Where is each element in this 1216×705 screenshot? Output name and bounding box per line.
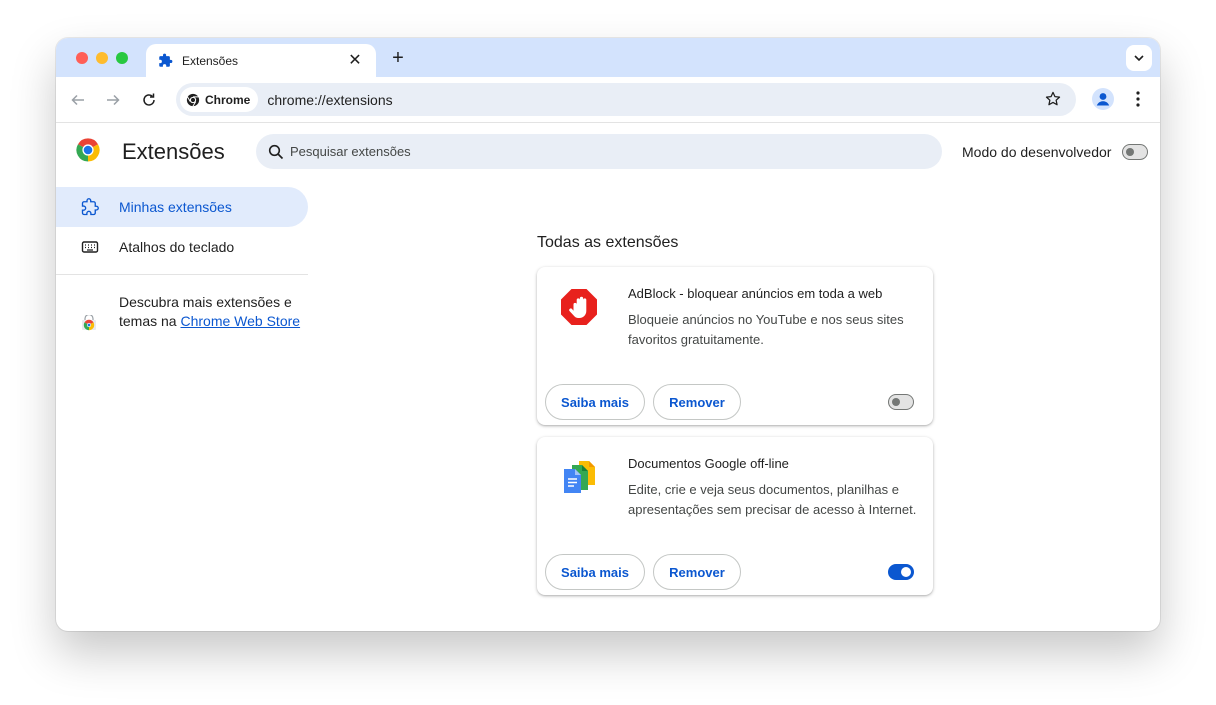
extension-description: Bloqueie anúncios no YouTube e nos seus … <box>628 312 904 347</box>
site-chip-label: Chrome <box>205 92 251 107</box>
keyboard-icon <box>81 238 99 256</box>
search-input[interactable] <box>290 144 890 159</box>
chrome-web-store-icon <box>82 315 96 331</box>
sidebar-item-my-extensions[interactable]: Minhas extensões <box>56 187 308 227</box>
developer-mode-label: Modo do desenvolvedor <box>962 144 1112 160</box>
search-icon <box>268 144 284 159</box>
tab-strip: Extensões ✕ + <box>56 38 1160 77</box>
puzzle-icon <box>158 53 174 69</box>
puzzle-outline-icon <box>81 198 99 216</box>
remove-button[interactable]: Remover <box>653 384 741 420</box>
adblock-hand-icon <box>561 289 597 325</box>
new-tab-button[interactable]: + <box>388 48 408 68</box>
extension-card-adblock: AdBlock - bloquear anúncios em toda a we… <box>537 267 933 425</box>
toggle-knob <box>892 397 900 406</box>
google-docs-icon <box>564 461 595 493</box>
toggle-knob <box>901 567 911 577</box>
details-button[interactable]: Saiba mais <box>545 554 645 590</box>
bookmark-star-icon[interactable] <box>1044 90 1062 108</box>
extensions-header: Extensões Modo do desenvolvedor <box>56 124 1160 180</box>
more-menu-icon[interactable] <box>1130 89 1146 109</box>
profile-avatar-icon[interactable] <box>1092 88 1114 110</box>
back-button[interactable] <box>68 90 88 110</box>
tab-title: Extensões <box>182 53 239 68</box>
chrome-web-store-link[interactable]: Chrome Web Store <box>180 313 300 329</box>
chevron-down-icon <box>1134 55 1144 62</box>
extension-enable-toggle[interactable] <box>888 564 914 580</box>
search-box[interactable] <box>256 134 942 169</box>
extension-name: AdBlock - bloquear anúncios em toda a we… <box>628 286 883 301</box>
toggle-knob <box>1126 147 1134 156</box>
sidebar-item-label: Minhas extensões <box>119 199 232 215</box>
developer-mode-toggle[interactable] <box>1122 144 1148 160</box>
discover-text: Descubra mais extensões e temas na Chrom… <box>119 293 311 331</box>
maximize-window-button[interactable] <box>116 52 128 64</box>
extension-enable-toggle[interactable] <box>888 394 914 410</box>
close-window-button[interactable] <box>76 52 88 64</box>
minimize-window-button[interactable] <box>96 52 108 64</box>
details-button[interactable]: Saiba mais <box>545 384 645 420</box>
extension-name: Documentos Google off-line <box>628 456 789 471</box>
browser-window: Extensões ✕ + Chrome chrome://extensions… <box>56 38 1160 631</box>
address-bar[interactable]: Chrome chrome://extensions <box>176 83 1076 116</box>
reload-button[interactable] <box>139 90 159 110</box>
chrome-logo-icon <box>76 138 100 162</box>
sidebar-item-keyboard-shortcuts[interactable]: Atalhos do teclado <box>56 227 308 267</box>
arrow-left-icon <box>71 94 84 106</box>
forward-button[interactable] <box>103 90 123 110</box>
extension-card-google-docs-offline: Documentos Google off-line Edite, crie e… <box>537 437 933 595</box>
site-info-chip[interactable]: Chrome <box>180 87 259 112</box>
tab-search-button[interactable] <box>1126 45 1152 71</box>
chrome-icon <box>186 93 200 107</box>
page-title: Extensões <box>122 139 225 164</box>
reload-icon <box>143 93 155 106</box>
arrow-right-icon <box>107 94 120 106</box>
remove-button[interactable]: Remover <box>653 554 741 590</box>
sidebar-divider <box>56 274 308 275</box>
web-store-promo: Descubra mais extensões e temas na Chrom… <box>81 293 311 331</box>
section-title: Todas as extensões <box>537 234 679 251</box>
sidebar-item-label: Atalhos do teclado <box>119 239 235 255</box>
tab-extensions[interactable]: Extensões ✕ <box>146 44 376 77</box>
url-text[interactable]: chrome://extensions <box>267 92 392 108</box>
toolbar: Chrome chrome://extensions <box>56 77 1160 123</box>
extension-description: Edite, crie e veja seus documentos, plan… <box>628 482 917 517</box>
close-tab-icon[interactable]: ✕ <box>346 52 364 69</box>
